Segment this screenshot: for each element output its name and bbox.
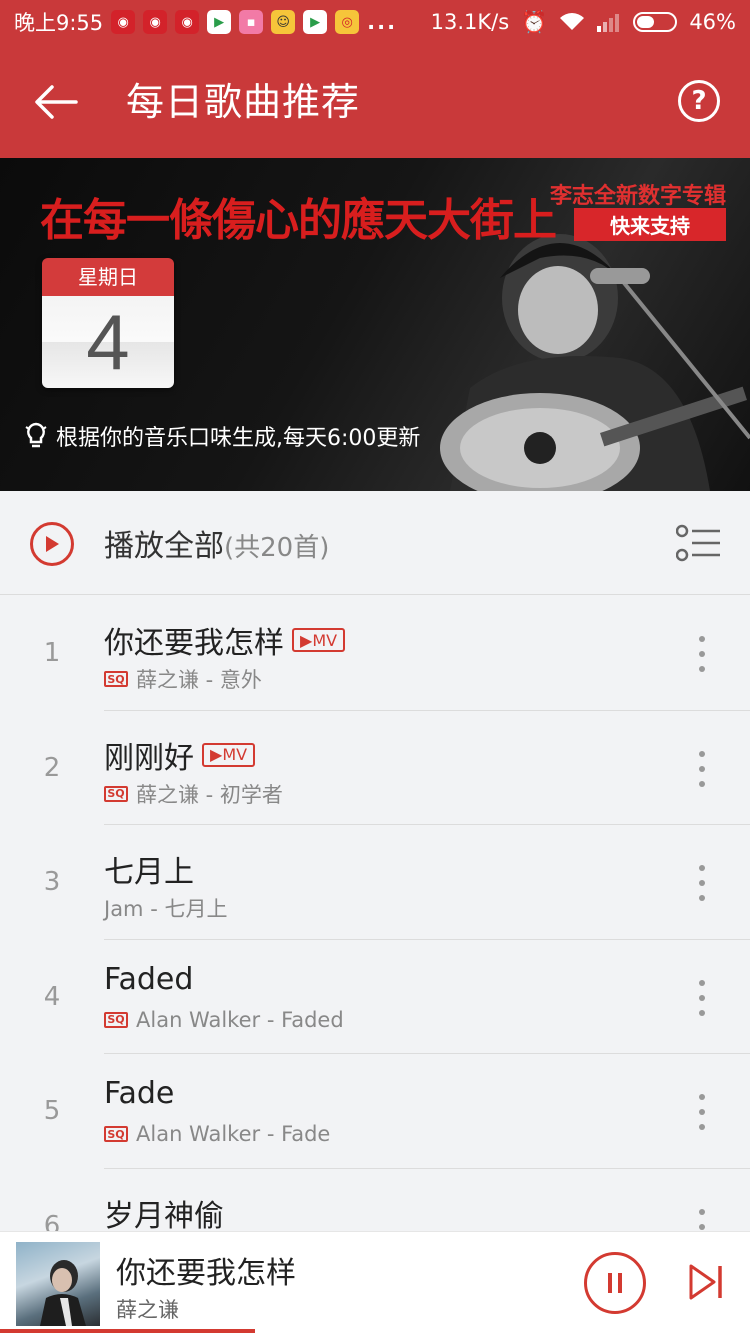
song-row[interactable]: 5 Fade SQ Alan Walker - Fade [0,1054,750,1169]
song-title-text: Faded [104,961,194,997]
weibo-notification-icon: ◎ [335,10,360,34]
song-title: 岁月神偷 [104,1191,224,1235]
play-triangle-icon: ▶ [300,630,313,650]
song-artist-album: 薛之谦 - 初学者 [136,782,283,807]
mini-player[interactable]: 你还要我怎样 薛之谦 [0,1231,750,1333]
song-title: 你还要我怎样 ▶ MV [104,618,346,662]
wifi-icon [560,13,585,30]
chat-app-notification-icon: ☺ [271,10,296,34]
play-store-notification-icon: ▶ [207,10,232,34]
song-count: (共20首) [224,533,330,563]
calendar-badge: 星期日 4 [42,258,174,388]
song-subtitle: SQ Alan Walker - Fade [104,1122,330,1146]
more-options-icon[interactable] [690,1094,714,1130]
playback-progress-bar[interactable] [0,1329,255,1333]
song-title-text: 刚刚好 [104,740,194,776]
more-options-icon[interactable] [690,750,714,787]
song-subtitle: Jam - 七月上 [104,893,227,923]
recommend-note: 根据你的音乐口味生成,每天6:00更新 [24,420,420,452]
mv-badge[interactable]: ▶ MV [202,742,256,767]
netease-music-notification-icon: ◉ [111,10,136,34]
song-row[interactable]: 3 七月上 Jam - 七月上 [0,825,750,940]
multi-select-icon[interactable] [676,523,720,563]
song-title-text: 你还要我怎样 [104,626,284,661]
shopping-app-notification-icon: ▪ [239,10,264,34]
sq-badge: SQ [104,1011,128,1028]
song-artist-album: Alan Walker - Fade [136,1122,331,1146]
status-bar: 晚上9:55 ◉ ◉ ◉ ▶ ▪ ☺ ▶ ◎ ... 13.1K/s ⏰ 46% [0,0,750,44]
song-subtitle: SQ 薛之谦 - 初学者 [104,779,283,809]
alarm-icon: ⏰ [521,9,548,34]
help-button[interactable]: ? [678,80,720,122]
song-row[interactable]: 4 Faded SQ Alan Walker - Faded [0,940,750,1054]
recommend-note-text: 根据你的音乐口味生成,每天6:00更新 [56,426,421,451]
calendar-weekday: 星期日 [42,258,174,296]
play-triangle-icon: ▶ [210,745,223,764]
signal-icon [597,14,620,32]
promo-banner[interactable]: 在每一條傷心的應天大街上 李志全新数字专辑 快来支持 星期日 4 根据你的音乐口… [0,158,750,491]
mv-badge[interactable]: ▶ MV [292,628,346,652]
play-all-icon[interactable] [30,522,74,566]
song-number: 5 [43,1096,61,1126]
song-title: 七月上 [104,847,194,891]
battery-percent: 46% [689,10,736,34]
album-cover[interactable] [16,1242,100,1326]
play-all-label[interactable]: 播放全部(共20首) [104,521,329,565]
status-time: 晚上9:55 [14,11,104,35]
more-options-icon[interactable] [690,979,714,1016]
now-playing-title: 你还要我怎样 [116,1256,296,1291]
more-notifications-icon: ... [367,10,398,34]
play-all-row[interactable]: 播放全部(共20首) [0,491,750,595]
song-list: 1 你还要我怎样 ▶ MV SQ 薛之谦 - 意外 2 刚刚好 ▶ MV SQ 薛之… [0,596,750,1283]
song-title: Faded [104,962,193,997]
netease-music-notification-icon: ◉ [175,10,200,34]
battery-icon [633,12,678,32]
song-row[interactable]: 1 你还要我怎样 ▶ MV SQ 薛之谦 - 意外 [0,596,750,711]
more-options-icon[interactable] [690,636,714,672]
page-title: 每日歌曲推荐 [126,80,361,124]
netease-music-notification-icon: ◉ [143,10,168,34]
lightbulb-icon [25,422,47,448]
back-arrow-icon [35,85,78,119]
song-title-text: Fade [104,1076,175,1111]
banner-headline: 在每一條傷心的應天大街上 [40,195,557,246]
back-button[interactable] [28,74,84,130]
play-store-notification-icon: ▶ [303,10,328,34]
album-cover-image [40,1260,86,1326]
song-title-text: 七月上 [104,855,194,890]
now-playing-artist: 薛之谦 [116,1298,179,1322]
sq-badge: SQ [104,671,128,687]
more-options-icon[interactable] [690,865,714,901]
network-speed: 13.1K/s [430,10,510,34]
song-number: 3 [43,867,61,897]
promo-album-text: 李志全新数字专辑 [549,183,726,209]
pause-bar [618,1273,622,1293]
promo-support-tag: 快来支持 [574,208,726,241]
guitar-player-image [440,234,750,491]
song-number: 1 [43,638,61,668]
song-title-text: 岁月神偷 [104,1198,224,1234]
song-title: 刚刚好 ▶ MV [104,733,256,777]
song-number: 4 [43,981,61,1012]
song-subtitle: SQ 薛之谦 - 意外 [104,664,262,694]
song-subtitle: SQ Alan Walker - Faded [104,1008,344,1032]
song-number: 2 [43,752,61,783]
mv-badge-text: MV [222,745,248,764]
song-artist-album: 薛之谦 - 意外 [136,668,262,692]
app-header: 每日歌曲推荐 ? [0,44,750,158]
song-artist-album: Alan Walker - Faded [136,1007,344,1032]
mv-badge-text: MV [312,630,338,650]
next-track-icon[interactable] [686,1262,726,1302]
pause-button[interactable] [584,1252,646,1314]
pause-bar [608,1273,612,1293]
sq-badge: SQ [104,785,128,802]
calendar-day: 4 [42,296,174,388]
song-artist-album: Jam - 七月上 [104,897,228,921]
sq-badge: SQ [104,1126,128,1142]
song-title: Fade [104,1076,174,1111]
play-all-text: 播放全部 [104,529,224,564]
song-row[interactable]: 2 刚刚好 ▶ MV SQ 薛之谦 - 初学者 [0,711,750,825]
